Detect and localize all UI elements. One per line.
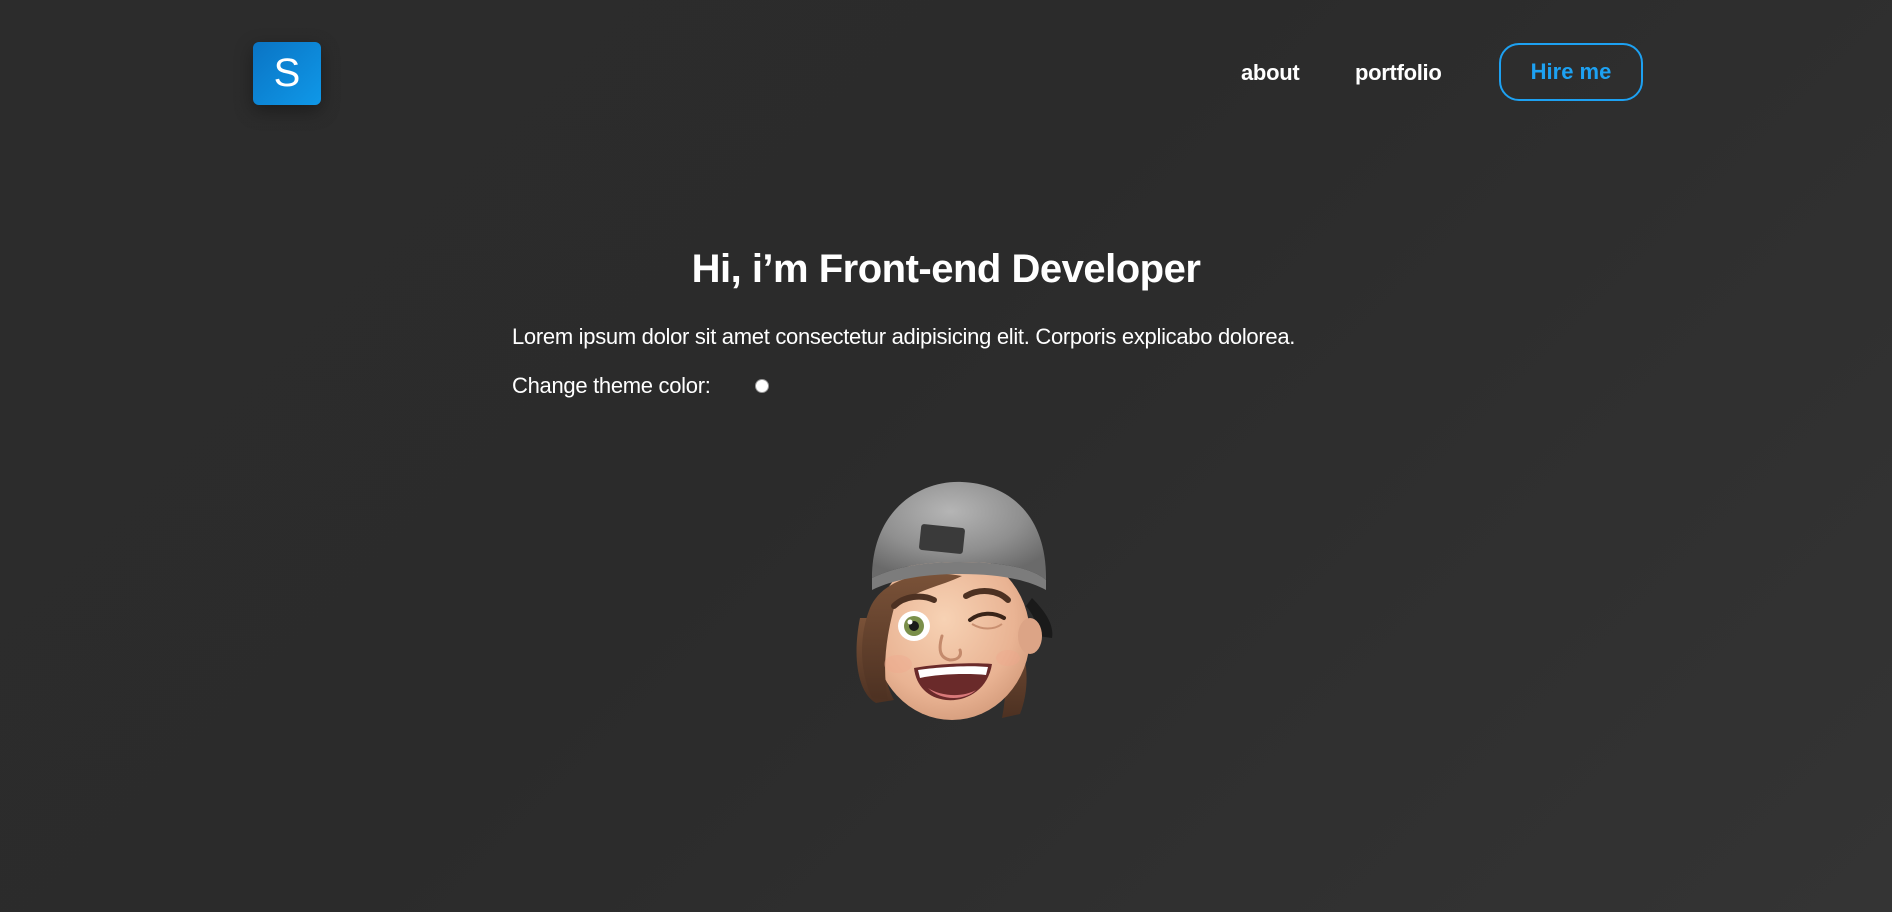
theme-switcher: Change theme color: <box>512 373 769 399</box>
theme-label: Change theme color: <box>512 373 711 398</box>
memoji-avatar-icon <box>856 481 1053 720</box>
hero-title: Hi, i’m Front-end Developer <box>691 247 1201 291</box>
hire-me-label: Hire me <box>1530 59 1612 84</box>
logo-letter: S <box>273 51 301 95</box>
logo-button[interactable]: S <box>253 42 321 105</box>
nav-link-about[interactable]: about <box>1241 60 1300 86</box>
hero-description: Lorem ipsum dolor sit amet consectetur a… <box>512 324 1296 349</box>
site-header: S about portfolio Hire me <box>0 0 1892 150</box>
hire-me-button[interactable]: Hire me <box>1499 43 1643 101</box>
nav-link-portfolio[interactable]: portfolio <box>1355 60 1442 86</box>
theme-toggle[interactable] <box>754 379 769 393</box>
